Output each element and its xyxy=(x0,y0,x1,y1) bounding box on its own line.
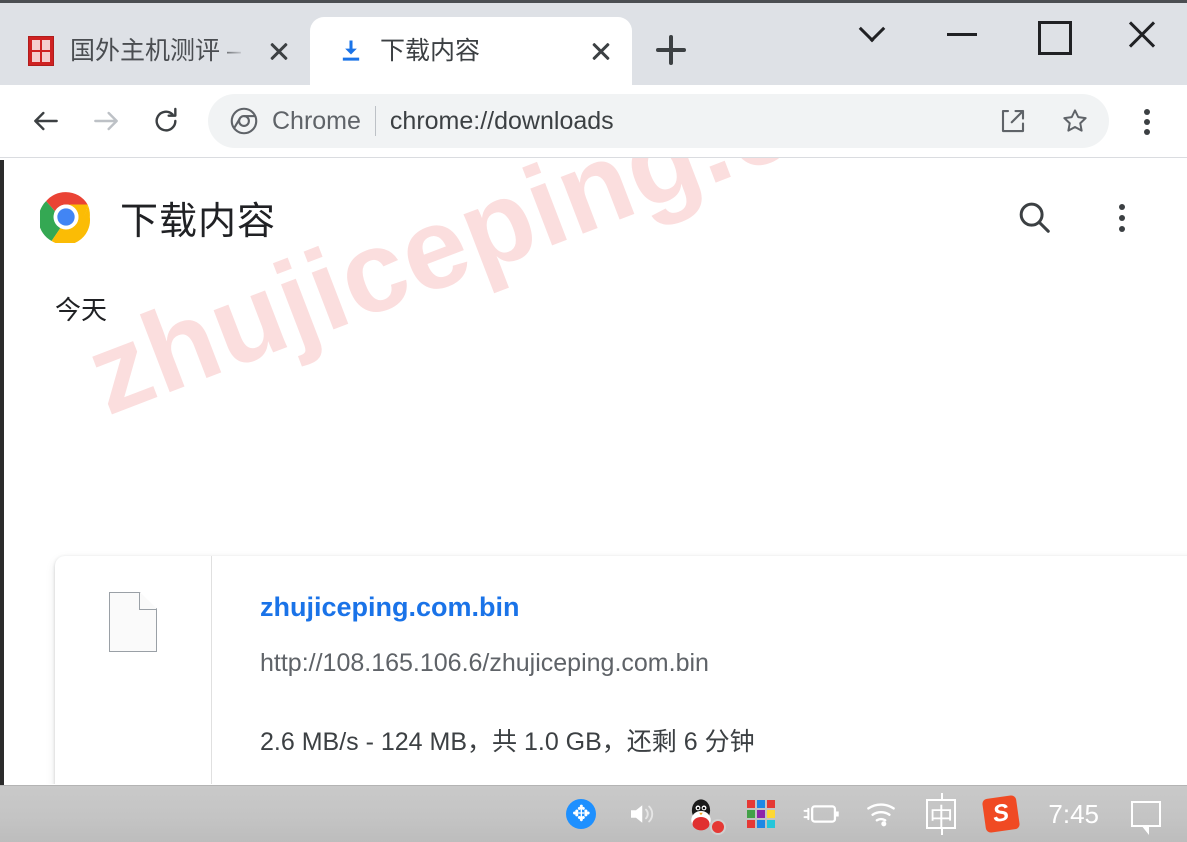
bluetooth-icon[interactable]: ✥ xyxy=(562,795,600,833)
tab-strip: 国外主机测评 – 国 下载内容 xyxy=(0,0,1187,85)
tab-title: 国外主机测评 – 国 xyxy=(70,37,248,65)
chrome-icon xyxy=(230,107,258,135)
taskbar-clock[interactable]: 7:45 xyxy=(1048,799,1099,830)
downloads-page: zhujiceping.com 下载内容 今天 zhujiceping.com.… xyxy=(0,158,1187,784)
volume-icon[interactable] xyxy=(622,795,660,833)
omnibox-url[interactable]: chrome://downloads xyxy=(390,107,975,136)
omnibox-brand-label: Chrome xyxy=(272,106,361,135)
ime-chinese-icon[interactable]: 中 xyxy=(922,793,960,835)
screen: 国外主机测评 – 国 下载内容 xyxy=(0,0,1187,842)
downloads-header: 下载内容 xyxy=(0,158,1187,254)
omnibox-divider xyxy=(374,106,376,136)
download-details: zhujiceping.com.bin http://108.165.106.6… xyxy=(212,556,1187,784)
taskbar: ✥ 中 S 7:45 xyxy=(0,785,1187,842)
wifi-icon[interactable] xyxy=(862,795,900,833)
sogou-icon[interactable]: S xyxy=(982,794,1021,834)
new-tab-button[interactable] xyxy=(640,19,702,81)
chrome-logo-icon xyxy=(38,191,92,245)
qq-status-badge xyxy=(710,819,727,835)
reload-icon[interactable] xyxy=(138,93,194,149)
sogou-label: S xyxy=(982,794,1021,834)
close-window-button[interactable] xyxy=(1097,6,1187,64)
forward-icon[interactable] xyxy=(78,93,134,149)
share-icon[interactable] xyxy=(989,97,1037,145)
browser-window: 国外主机测评 – 国 下载内容 xyxy=(0,0,1187,785)
page-title: 下载内容 xyxy=(120,200,277,243)
address-bar[interactable]: Chrome chrome://downloads xyxy=(208,94,1109,148)
color-grid-icon[interactable] xyxy=(742,795,780,833)
red-seal-icon xyxy=(26,36,56,66)
tab-close-icon[interactable] xyxy=(584,34,618,68)
file-icon-column xyxy=(55,556,212,784)
ime-label: 中 xyxy=(926,793,957,835)
generic-file-icon xyxy=(109,592,157,652)
search-icon[interactable] xyxy=(1007,190,1061,244)
notification-icon[interactable] xyxy=(1127,795,1165,835)
download-file-name[interactable]: zhujiceping.com.bin xyxy=(260,592,520,623)
back-icon[interactable] xyxy=(18,93,74,149)
minimize-button[interactable] xyxy=(917,6,1007,64)
tab-search-icon[interactable] xyxy=(827,6,917,64)
download-source-url: http://108.165.106.6/zhujiceping.com.bin xyxy=(260,649,709,677)
download-status-text: 2.6 MB/s - 124 MB，共 1.0 GB，还剩 6 分钟 xyxy=(260,728,755,756)
tab-downloads[interactable]: 下载内容 xyxy=(310,17,632,85)
browser-toolbar: Chrome chrome://downloads xyxy=(0,85,1187,158)
battery-charging-icon[interactable] xyxy=(802,795,840,833)
download-arrow-icon xyxy=(336,36,366,66)
browser-menu-icon[interactable] xyxy=(1123,93,1171,149)
tab-title: 下载内容 xyxy=(380,37,481,65)
section-label-today: 今天 xyxy=(55,295,108,325)
tab-close-icon[interactable] xyxy=(262,34,296,68)
window-controls xyxy=(827,6,1187,64)
download-item-card: zhujiceping.com.bin http://108.165.106.6… xyxy=(55,556,1187,784)
star-icon[interactable] xyxy=(1051,97,1099,145)
page-scrollbar[interactable] xyxy=(0,160,4,785)
downloads-menu-icon[interactable] xyxy=(1095,190,1149,244)
qq-icon[interactable] xyxy=(682,795,727,835)
maximize-button[interactable] xyxy=(1007,6,1097,64)
tab-guowai-zhuji[interactable]: 国外主机测评 – 国 xyxy=(0,17,310,85)
